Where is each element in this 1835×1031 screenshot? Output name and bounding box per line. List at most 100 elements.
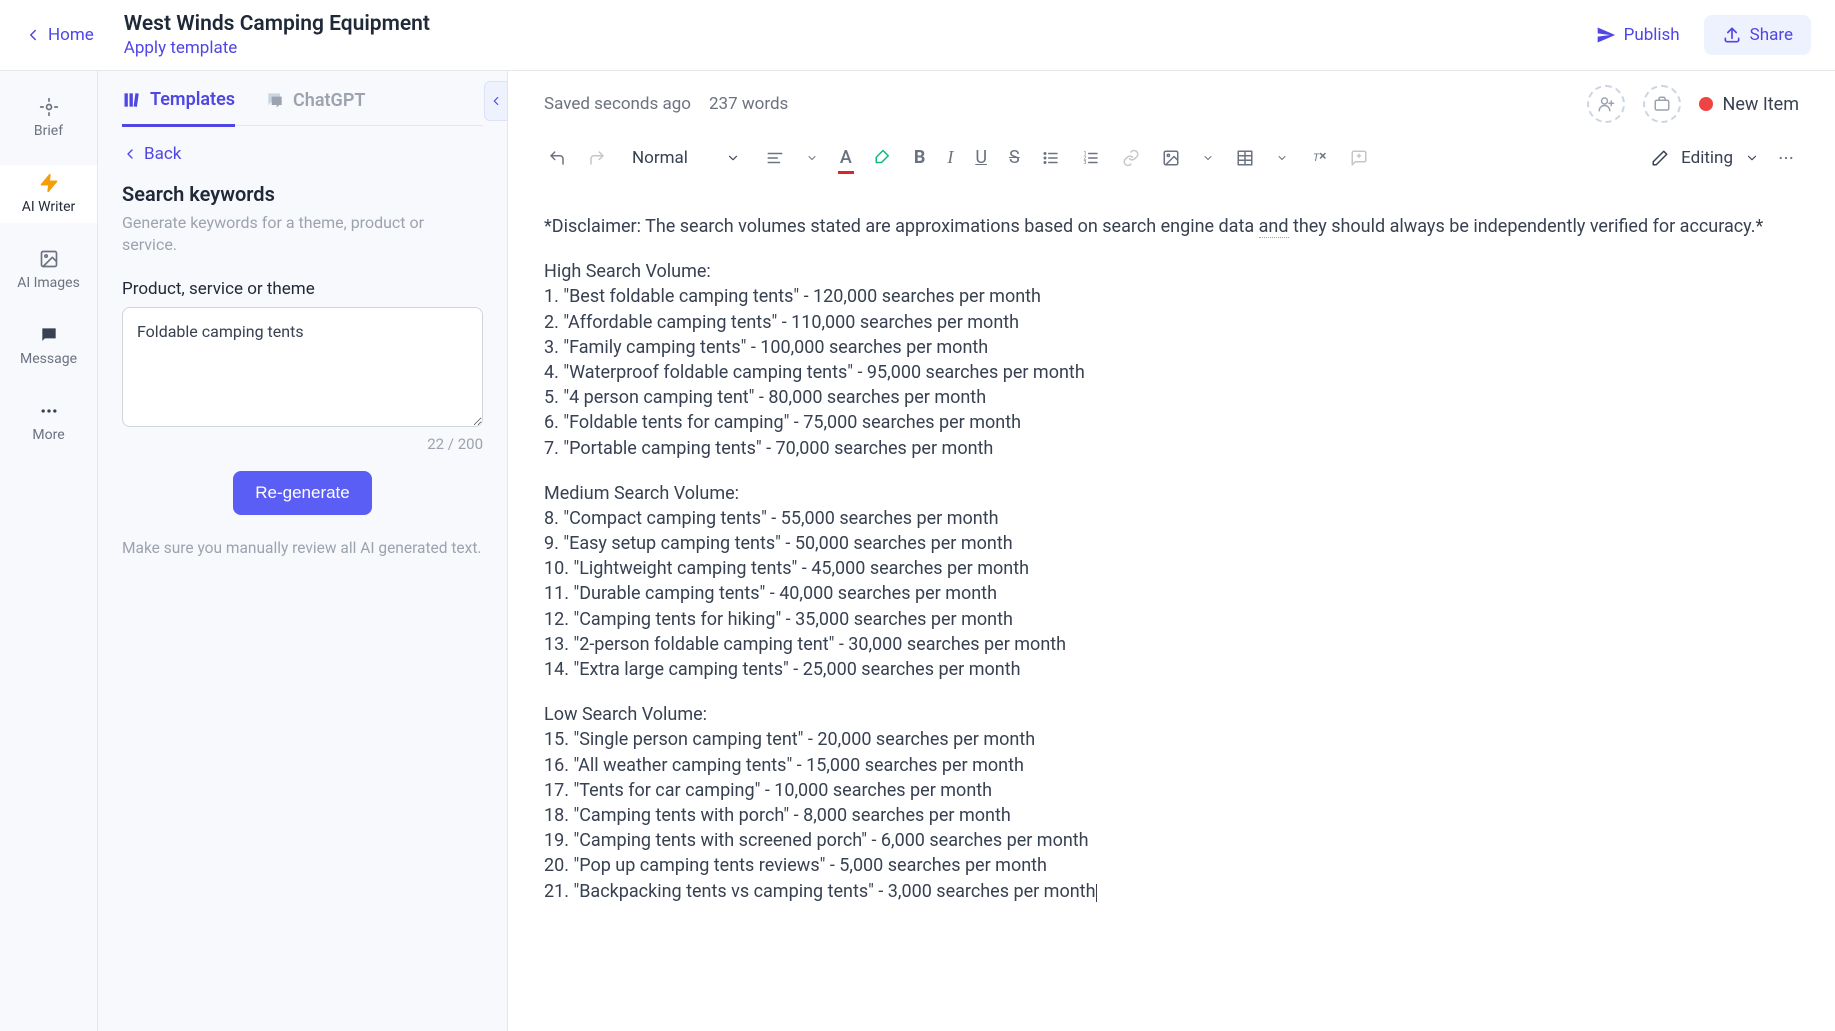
collapse-sidebar-button[interactable] — [484, 81, 508, 121]
rail-message-label: Message — [20, 351, 77, 367]
clear-format-icon: T — [1310, 149, 1328, 167]
link-button[interactable] — [1118, 145, 1144, 171]
underline-icon: U — [975, 147, 987, 168]
field-label: Product, service or theme — [122, 279, 483, 299]
back-label: Back — [144, 144, 181, 164]
undo-button[interactable] — [544, 145, 570, 171]
message-icon — [39, 325, 59, 345]
chevron-left-icon — [489, 94, 503, 108]
table-dropdown[interactable] — [1272, 148, 1292, 168]
link-icon — [1122, 149, 1140, 167]
align-button[interactable] — [762, 145, 788, 171]
comment-button[interactable] — [1346, 145, 1372, 171]
table-button[interactable] — [1232, 145, 1258, 171]
font-color-button[interactable]: A — [836, 143, 856, 172]
rail-more-label: More — [32, 427, 64, 443]
rail-brief[interactable]: Brief — [0, 89, 97, 147]
content-line: 16. "All weather camping tents" - 15,000… — [544, 753, 1799, 778]
rail-more[interactable]: More — [0, 393, 97, 451]
sidebar-tabs: Templates ChatGPT — [122, 89, 483, 126]
bold-button[interactable]: B — [910, 143, 930, 172]
more-icon — [39, 401, 59, 421]
regenerate-button[interactable]: Re-generate — [233, 471, 372, 515]
rail-ai-images[interactable]: AI Images — [0, 241, 97, 299]
section-header: High Search Volume: — [544, 259, 1799, 284]
rail-brief-label: Brief — [34, 123, 63, 139]
briefcase-button[interactable] — [1643, 85, 1681, 123]
rail-message[interactable]: Message — [0, 317, 97, 375]
italic-icon: I — [947, 147, 953, 168]
redo-button[interactable] — [584, 145, 610, 171]
upload-icon — [1722, 25, 1742, 45]
books-icon — [122, 90, 142, 110]
content-line: 15. "Single person camping tent" - 20,00… — [544, 727, 1799, 752]
rail-ai-images-label: AI Images — [17, 275, 80, 291]
content-line: 6. "Foldable tents for camping" - 75,000… — [544, 410, 1799, 435]
image-icon — [39, 249, 59, 269]
bullet-list-button[interactable] — [1038, 145, 1064, 171]
content-line: 1. "Best foldable camping tents" - 120,0… — [544, 284, 1799, 309]
numbered-list-button[interactable]: 123 — [1078, 145, 1104, 171]
tab-chatgpt-label: ChatGPT — [293, 90, 365, 111]
content-line: 14. "Extra large camping tents" - 25,000… — [544, 657, 1799, 682]
chevron-left-icon — [24, 26, 42, 44]
publish-label: Publish — [1624, 25, 1680, 45]
panel-title: Search keywords — [122, 182, 483, 206]
underline-button[interactable]: U — [971, 143, 991, 172]
theme-input[interactable] — [122, 307, 483, 427]
tab-chatgpt[interactable]: ChatGPT — [265, 89, 365, 125]
briefcase-icon — [1653, 95, 1671, 113]
image-button[interactable] — [1158, 145, 1184, 171]
chevron-left-icon — [122, 146, 138, 162]
back-link[interactable]: Back — [122, 144, 483, 164]
send-icon — [1596, 25, 1616, 45]
italic-button[interactable]: I — [943, 143, 957, 172]
app-header: Home West Winds Camping Equipment Apply … — [0, 0, 1835, 71]
image-dropdown[interactable] — [1198, 148, 1218, 168]
text-cursor — [1096, 884, 1097, 902]
sidebar-panel: Templates ChatGPT Back Search keywords G… — [98, 71, 508, 1031]
chevron-down-icon — [1202, 152, 1214, 164]
list-bullet-icon — [1042, 149, 1060, 167]
section-header: Low Search Volume: — [544, 702, 1799, 727]
home-link[interactable]: Home — [24, 25, 94, 45]
new-item-status[interactable]: New Item — [1699, 94, 1800, 115]
tab-templates-label: Templates — [150, 89, 235, 110]
apply-template-link[interactable]: Apply template — [124, 38, 430, 58]
document-title: West Winds Camping Equipment — [124, 12, 430, 36]
content-line: 13. "2-person foldable camping tent" - 3… — [544, 632, 1799, 657]
style-label: Normal — [632, 148, 688, 168]
status-dot-icon — [1699, 97, 1713, 111]
editing-label: Editing — [1681, 148, 1733, 168]
content-line: 5. "4 person camping tent" - 80,000 sear… — [544, 385, 1799, 410]
content-line: 11. "Durable camping tents" - 40,000 sea… — [544, 581, 1799, 606]
undo-icon — [548, 149, 566, 167]
new-item-label: New Item — [1723, 94, 1800, 115]
chevron-down-icon — [1276, 152, 1288, 164]
editing-mode-select[interactable]: Editing — [1651, 148, 1759, 168]
rail-ai-writer[interactable]: AI Writer — [0, 165, 97, 223]
publish-button[interactable]: Publish — [1596, 25, 1680, 45]
list-numbered-icon: 123 — [1082, 149, 1100, 167]
more-toolbar-button[interactable] — [1773, 145, 1799, 171]
add-user-button[interactable] — [1587, 85, 1625, 123]
highlight-button[interactable] — [870, 145, 896, 171]
spellcheck-word[interactable]: and — [1259, 216, 1289, 238]
editor-header: Saved seconds ago 237 words New Item — [508, 71, 1835, 137]
tab-templates[interactable]: Templates — [122, 89, 235, 127]
strikethrough-button[interactable]: S — [1005, 143, 1024, 172]
content-line: 20. "Pop up camping tents reviews" - 5,0… — [544, 853, 1799, 878]
align-dropdown[interactable] — [802, 148, 822, 168]
paragraph-style-select[interactable]: Normal — [624, 144, 748, 172]
share-button[interactable]: Share — [1704, 15, 1811, 55]
content-line: 8. "Compact camping tents" - 55,000 sear… — [544, 506, 1799, 531]
editor-toolbar: Normal A B I U S 123 T — [508, 137, 1835, 190]
editor-content[interactable]: *Disclaimer: The search volumes stated a… — [508, 190, 1835, 1031]
disclaimer-line: *Disclaimer: The search volumes stated a… — [544, 214, 1799, 239]
content-line: 4. "Waterproof foldable camping tents" -… — [544, 360, 1799, 385]
share-label: Share — [1750, 25, 1793, 45]
more-icon — [1777, 149, 1795, 167]
chevron-down-icon — [1745, 151, 1759, 165]
rail-ai-writer-label: AI Writer — [22, 199, 76, 215]
clear-format-button[interactable]: T — [1306, 145, 1332, 171]
